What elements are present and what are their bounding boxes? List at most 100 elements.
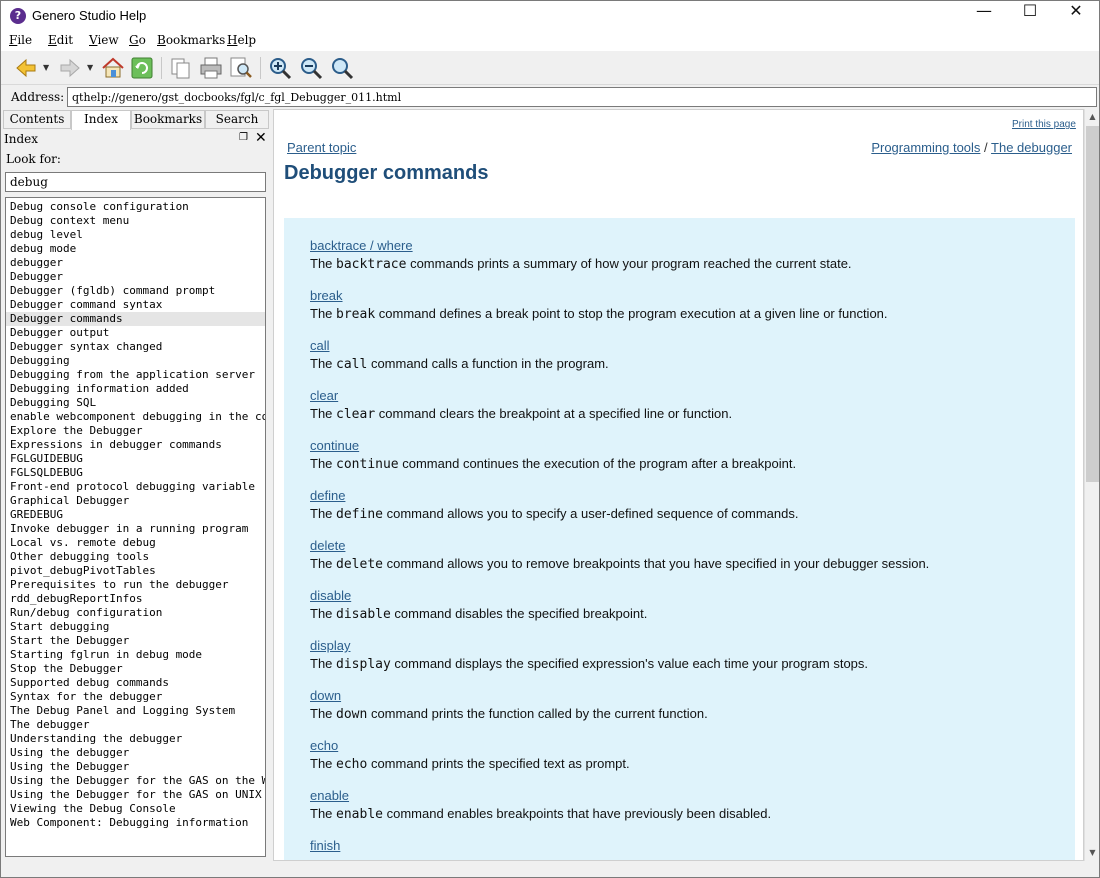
- menu-bookmarks[interactable]: Bookmarks: [157, 33, 225, 47]
- index-list-item[interactable]: Debugging from the application server: [6, 368, 265, 382]
- index-list-item[interactable]: Debugger output: [6, 326, 265, 340]
- command-link[interactable]: display: [310, 638, 868, 656]
- menu-file[interactable]: File: [9, 33, 32, 47]
- index-list-item[interactable]: Web Component: Debugging information: [6, 816, 265, 830]
- print-icon[interactable]: [198, 55, 224, 81]
- index-list-item[interactable]: Starting fglrun in debug mode: [6, 648, 265, 662]
- index-list-item[interactable]: Debug context menu: [6, 214, 265, 228]
- minimize-button[interactable]: —: [961, 1, 1007, 31]
- copy-icon[interactable]: [168, 55, 194, 81]
- tab-bookmarks[interactable]: Bookmarks: [131, 110, 205, 129]
- command-link[interactable]: call: [310, 338, 609, 356]
- index-list-item[interactable]: Debugger command syntax: [6, 298, 265, 312]
- index-list-item[interactable]: The debugger: [6, 718, 265, 732]
- menu-help[interactable]: Help: [227, 33, 256, 47]
- index-list-item[interactable]: Explore the Debugger: [6, 424, 265, 438]
- command-link[interactable]: continue: [310, 438, 796, 456]
- zoom-reset-icon[interactable]: [329, 55, 355, 81]
- breadcrumb-programming-tools[interactable]: Programming tools: [871, 140, 980, 155]
- index-list-item[interactable]: Local vs. remote debug: [6, 536, 265, 550]
- zoom-out-icon[interactable]: [298, 55, 324, 81]
- index-list-item[interactable]: Stop the Debugger: [6, 662, 265, 676]
- index-list-item[interactable]: Graphical Debugger: [6, 494, 265, 508]
- command-link[interactable]: echo: [310, 738, 630, 756]
- command-link[interactable]: break: [310, 288, 888, 306]
- index-list-item[interactable]: debug level: [6, 228, 265, 242]
- index-list-item[interactable]: rdd_debugReportInfos: [6, 592, 265, 606]
- command-link[interactable]: backtrace / where: [310, 238, 852, 256]
- menu-view[interactable]: View: [89, 33, 119, 47]
- back-icon[interactable]: [13, 55, 39, 81]
- index-list-item[interactable]: Viewing the Debug Console: [6, 802, 265, 816]
- command-entry: continue The continue command continues t…: [310, 438, 796, 472]
- index-list-item[interactable]: FGLGUIDEBUG: [6, 452, 265, 466]
- index-list-item[interactable]: Syntax for the debugger: [6, 690, 265, 704]
- forward-icon[interactable]: [57, 55, 83, 81]
- index-list-item[interactable]: Debug console configuration: [6, 200, 265, 214]
- sync-icon[interactable]: [129, 55, 155, 81]
- index-list-item[interactable]: FGLSQLDEBUG: [6, 466, 265, 480]
- index-list-item[interactable]: Start the Debugger: [6, 634, 265, 648]
- parent-topic-link[interactable]: Parent topic: [287, 140, 356, 155]
- tab-search[interactable]: Search: [205, 110, 269, 129]
- scrollbar-thumb[interactable]: [1086, 126, 1099, 482]
- index-list-item[interactable]: The Debug Panel and Logging System: [6, 704, 265, 718]
- index-list-item[interactable]: GREDEBUG: [6, 508, 265, 522]
- index-list-item[interactable]: Debugger: [6, 270, 265, 284]
- index-list-item[interactable]: Run/debug configuration: [6, 606, 265, 620]
- forward-dropdown-icon[interactable]: ▼: [87, 63, 97, 73]
- tab-index[interactable]: Index: [71, 110, 131, 130]
- command-description: The delete command allows you to remove …: [310, 556, 929, 572]
- tab-contents[interactable]: Contents: [3, 110, 71, 129]
- command-link[interactable]: clear: [310, 388, 732, 406]
- index-list-item[interactable]: Prerequisites to run the debugger: [6, 578, 265, 592]
- vertical-scrollbar[interactable]: ▲ ▼: [1084, 109, 1099, 861]
- menu-go[interactable]: Go: [129, 33, 146, 47]
- find-icon[interactable]: [228, 55, 254, 81]
- index-list-item[interactable]: Front-end protocol debugging variable: [6, 480, 265, 494]
- command-link[interactable]: define: [310, 488, 798, 506]
- index-list-item[interactable]: Using the Debugger for the GAS on the W…: [6, 774, 265, 788]
- command-link[interactable]: down: [310, 688, 708, 706]
- print-page-link[interactable]: Print this page: [1012, 119, 1076, 130]
- index-list-item[interactable]: Debugger (fgldb) command prompt: [6, 284, 265, 298]
- home-icon[interactable]: [100, 55, 126, 81]
- index-list-item[interactable]: Invoke debugger in a running program: [6, 522, 265, 536]
- index-list-item[interactable]: Debugging information added: [6, 382, 265, 396]
- index-list-item[interactable]: Expressions in debugger commands: [6, 438, 265, 452]
- index-list-item[interactable]: Debugger commands: [6, 312, 265, 326]
- index-list-item[interactable]: Using the debugger: [6, 746, 265, 760]
- index-list-item[interactable]: Using the Debugger for the GAS on UNIX: [6, 788, 265, 802]
- back-dropdown-icon[interactable]: ▼: [43, 63, 53, 73]
- menu-edit[interactable]: Edit: [48, 33, 73, 47]
- index-list-item[interactable]: pivot_debugPivotTables: [6, 564, 265, 578]
- command-link[interactable]: enable: [310, 788, 771, 806]
- index-list-item[interactable]: Supported debug commands: [6, 676, 265, 690]
- index-list-item[interactable]: Understanding the debugger: [6, 732, 265, 746]
- scroll-up-icon[interactable]: ▲: [1085, 109, 1100, 125]
- command-link[interactable]: finish: [310, 838, 340, 856]
- close-panel-icon[interactable]: ✕: [255, 130, 267, 146]
- maximize-button[interactable]: ☐: [1007, 1, 1053, 31]
- zoom-in-icon[interactable]: [267, 55, 293, 81]
- command-entry: finish: [310, 838, 340, 856]
- scroll-down-icon[interactable]: ▼: [1085, 845, 1100, 861]
- index-list-item[interactable]: Using the Debugger: [6, 760, 265, 774]
- index-list-item[interactable]: debugger: [6, 256, 265, 270]
- command-description: The disable command disables the specifi…: [310, 606, 647, 622]
- index-list-item[interactable]: Debugger syntax changed: [6, 340, 265, 354]
- index-search-input[interactable]: debug: [5, 172, 266, 192]
- address-field[interactable]: qthelp://genero/gst_docbooks/fgl/c_fgl_D…: [67, 87, 1097, 107]
- breadcrumb-the-debugger[interactable]: The debugger: [991, 140, 1072, 155]
- command-entry: break The break command defines a break p…: [310, 288, 888, 322]
- close-window-button[interactable]: ✕: [1053, 1, 1099, 31]
- index-list-item[interactable]: Other debugging tools: [6, 550, 265, 564]
- index-list-item[interactable]: debug mode: [6, 242, 265, 256]
- index-list-item[interactable]: Debugging SQL: [6, 396, 265, 410]
- index-list-item[interactable]: Start debugging: [6, 620, 265, 634]
- index-list-item[interactable]: enable webcomponent debugging in the co…: [6, 410, 265, 424]
- float-panel-icon[interactable]: ❐: [239, 132, 248, 143]
- command-link[interactable]: disable: [310, 588, 647, 606]
- command-link[interactable]: delete: [310, 538, 929, 556]
- index-list-item[interactable]: Debugging: [6, 354, 265, 368]
